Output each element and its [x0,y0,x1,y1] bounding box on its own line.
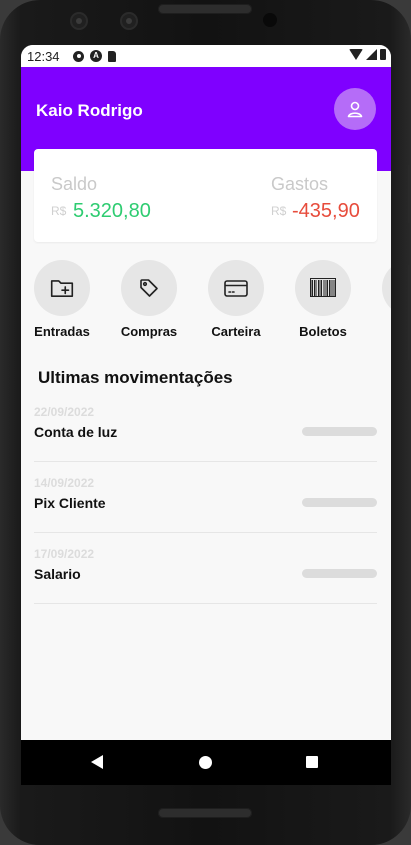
action-carteira-circle[interactable] [208,260,264,316]
barcode-icon [310,278,336,297]
transaction-date: 22/09/2022 [34,405,95,419]
bottom-speaker [158,808,252,818]
action-entradas[interactable]: Entradas [34,260,90,339]
gastos-value: -435,90 [292,200,360,222]
back-icon[interactable] [91,755,103,769]
action-compras-circle[interactable] [121,260,177,316]
transaction-amount-placeholder [302,498,377,507]
battery-icon [380,49,386,60]
transaction-name: Pix Cliente [34,495,106,511]
transactions-title: Ultimas movimentações [38,368,233,387]
gastos-label: Gastos [271,174,329,194]
action-boletos[interactable]: Boletos [295,260,351,339]
saldo-currency: R$ [51,204,67,218]
transaction-amount-placeholder [302,569,377,578]
user-icon [347,101,363,118]
tag-icon [140,279,158,297]
action-more-circle[interactable] [382,260,391,316]
quick-actions: Entradas Compras Carteira Boletos [34,260,391,340]
action-entradas-label: Entradas [34,324,90,339]
wifi-icon [349,49,363,60]
transaction-amount-placeholder [302,427,377,436]
settings-icon [73,50,84,62]
action-compras-label: Compras [120,324,178,339]
list-item[interactable]: 17/09/2022 Salario [34,547,377,604]
gastos-currency: R$ [271,204,287,218]
balance-card: Saldo R$ 5.320,80 Gastos R$ -435,90 [34,149,377,242]
app-screen: 12:34 A Kaio Rodrigo Saldo R$ 5.320,80 G… [21,45,391,785]
profile-button[interactable] [334,88,376,130]
saldo-label: Saldo [51,174,98,194]
signal-icon [366,49,377,60]
transaction-name: Salario [34,566,81,582]
transaction-name: Conta de luz [34,424,118,440]
a-icon: A [90,50,102,62]
home-icon[interactable] [199,756,212,769]
list-item[interactable]: 22/09/2022 Conta de luz [34,405,377,462]
folder-plus-icon [50,280,74,297]
device-frame: 12:34 A Kaio Rodrigo Saldo R$ 5.320,80 G… [0,0,411,845]
transaction-date: 14/09/2022 [34,476,95,490]
user-name: Kaio Rodrigo [36,101,143,120]
credit-card-icon [224,280,248,297]
action-compras[interactable]: Compras [121,260,177,339]
android-nav-bar [21,740,391,785]
saldo-value: 5.320,80 [73,200,151,222]
list-item[interactable]: 14/09/2022 Pix Cliente [34,476,377,533]
recents-icon[interactable] [306,756,318,768]
top-bezel [0,0,411,45]
action-boletos-circle[interactable] [295,260,351,316]
transaction-date: 17/09/2022 [34,547,95,561]
action-boletos-label: Boletos [299,324,347,339]
status-right-icons [349,49,386,60]
action-entradas-circle[interactable] [34,260,90,316]
status-bar: 12:34 A [21,45,391,67]
earpiece-speaker [158,4,252,14]
status-time: 12:34 [27,49,60,64]
camera-icon [120,12,138,30]
camera-icon [70,12,88,30]
status-left-icons: A [73,50,116,62]
action-carteira[interactable]: Carteira [208,260,264,339]
action-carteira-label: Carteira [211,324,261,339]
proximity-sensor [263,13,277,27]
sd-card-icon [108,50,116,62]
action-more[interactable] [382,260,391,316]
